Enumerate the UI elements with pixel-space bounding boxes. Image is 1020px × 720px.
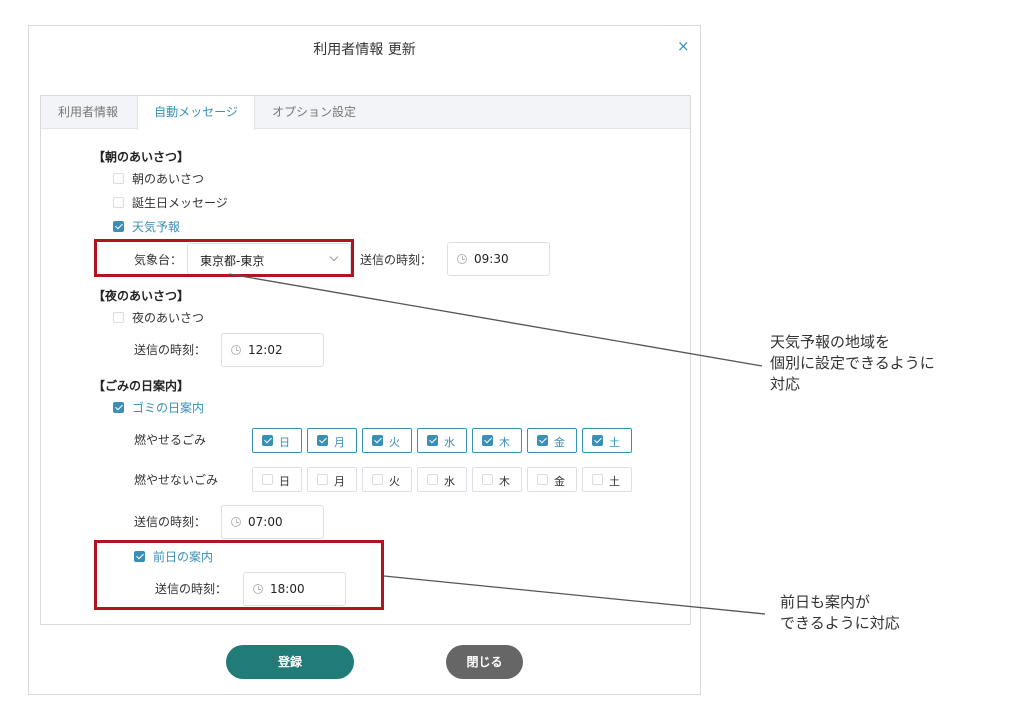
weather-note-line-2: 個別に設定できるように bbox=[770, 354, 935, 372]
prev-day-note-line-1: 前日も案内が bbox=[780, 593, 871, 611]
weather-leader-line bbox=[228, 273, 763, 367]
prev-day-annotation-note: 前日も案内が できるように対応 bbox=[780, 592, 900, 634]
prev-day-leader-line bbox=[383, 575, 766, 615]
prev-day-note-line-2: できるように対応 bbox=[780, 614, 900, 632]
weather-annotation-note: 天気予報の地域を 個別に設定できるように 対応 bbox=[770, 332, 935, 395]
weather-note-line-3: 対応 bbox=[770, 375, 801, 393]
weather-note-line-1: 天気予報の地域を bbox=[770, 333, 891, 351]
